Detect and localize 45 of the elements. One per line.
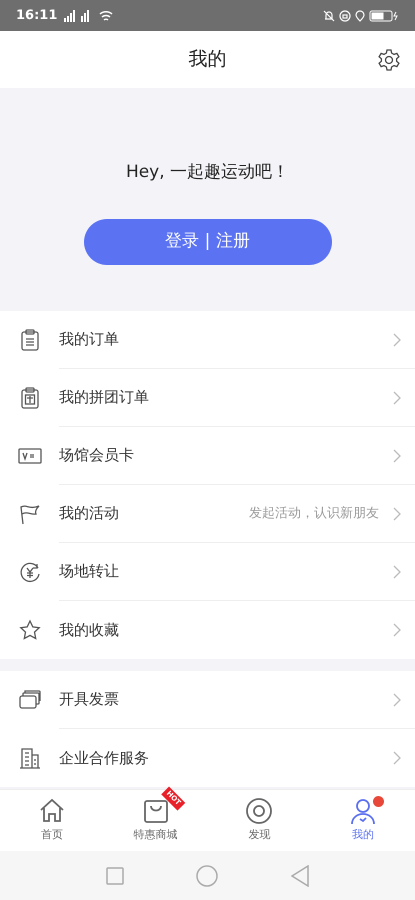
chevron-right-icon [393,448,401,462]
menu-label: 我的收藏 [59,620,120,641]
menu-item[interactable]: 我的订单 [0,311,415,369]
chevron-right-icon [393,390,401,404]
chevron-right-icon [393,564,401,578]
menu-label: 开具发票 [59,689,120,710]
menu-label: 我的订单 [59,329,120,350]
chevron-right-icon [393,751,401,765]
back-button-icon[interactable] [290,864,309,886]
chevron-right-icon [393,332,401,346]
menu-item[interactable]: 我的活动 发起活动，认识新朋友 [0,485,415,543]
tab-item[interactable]: 我的 [311,790,415,851]
wifi-icon [99,10,114,22]
star-icon [18,618,42,642]
chevron-right-icon [393,506,401,520]
recents-button-icon[interactable] [106,866,124,884]
login-register-button[interactable]: 登录 | 注册 [84,218,332,264]
menu-item[interactable]: 我的收藏 [0,601,415,659]
menu-item[interactable]: 我的拼团订单 [0,369,415,427]
battery-icon [369,10,399,22]
tab-item[interactable]: 发现 [208,790,312,851]
building-icon [18,746,42,770]
chevron-right-icon [393,623,401,637]
greeting-text: Hey, 一起趣运动吧！ [126,161,290,184]
menu-label: 企业合作服务 [59,748,150,769]
yen-circle-icon [18,560,42,584]
menu-item[interactable]: 开具发票 [0,671,415,729]
menu-label: 场馆会员卡 [59,445,135,466]
home-button-icon[interactable] [196,864,218,886]
menu-label: 我的拼团订单 [59,387,150,408]
status-time: 16:11 [16,6,58,25]
page-title: 我的 [188,47,226,72]
target-icon [245,797,274,826]
menu-label: 我的活动 [59,503,120,524]
menu-hint: 发起活动，认识新朋友 [249,504,379,523]
chevron-right-icon [393,692,401,706]
menu-label: 场地转让 [59,561,120,582]
menu-item[interactable]: 企业合作服务 [0,729,415,787]
menu-item[interactable]: 场馆会员卡 [0,427,415,485]
lock-rotation-icon [339,10,351,22]
location-icon [355,10,365,22]
bell-off-icon [323,10,335,22]
person-icon [349,797,378,826]
tab-item[interactable]: 首页 [0,790,104,851]
menu-item[interactable]: 场地转让 [0,543,415,601]
